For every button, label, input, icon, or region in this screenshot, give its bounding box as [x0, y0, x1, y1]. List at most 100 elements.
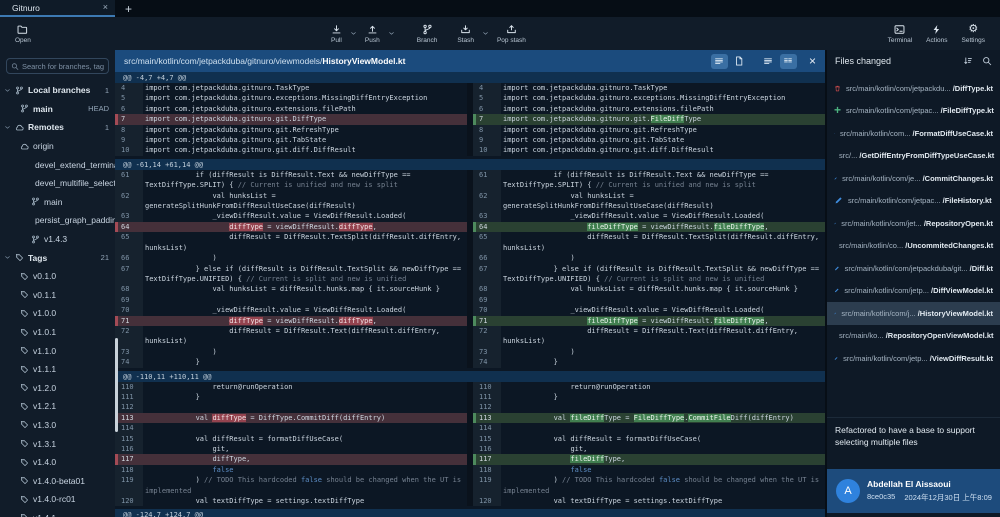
- stash-dropdown-chevron-icon[interactable]: [482, 30, 489, 37]
- diff-right-line: 6import com.jetpackduba.gitnuro.extensio…: [473, 104, 825, 114]
- diff-line-pair: 72 diffResult = DiffResult.Text(diffResu…: [115, 326, 825, 347]
- file-item-viewdiffresult.kt[interactable]: src/main/kotlin/com/jetp... /ViewDiffRes…: [827, 347, 1000, 370]
- file-item-diffviewmodel.kt[interactable]: src/main/kotlin/com/jetp... /DiffViewMod…: [827, 280, 1000, 303]
- hunks-view-icon[interactable]: [711, 54, 728, 69]
- diff-line-pair: 63 _viewDiffResult.value = ViewDiffResul…: [115, 211, 825, 221]
- sidebar-item-v1.4.1[interactable]: v1.4.1: [0, 509, 115, 517]
- gitnuro-window: Gitnuro × + Open Pull Push Branch: [0, 0, 1000, 517]
- sidebar-item-v1.3.0[interactable]: v1.3.0: [0, 416, 115, 435]
- file-item-repositoryopen.kt[interactable]: src/main/kotlin/com/jet... /RepositoryOp…: [827, 212, 1000, 235]
- settings-button[interactable]: ⚙ Settings: [957, 23, 991, 45]
- tab-close-icon[interactable]: ×: [103, 3, 108, 12]
- pull-dropdown-chevron-icon[interactable]: [350, 30, 357, 37]
- diff-left-line: 114: [115, 423, 467, 433]
- file-item-diff.kt[interactable]: src/main/kotlin/com/jetpackduba/git... /…: [827, 257, 1000, 280]
- search-files-icon[interactable]: [982, 56, 992, 66]
- file-item-formatdiffusecase.kt[interactable]: src/main/kotlin/com... /FormatDiffUseCas…: [827, 122, 1000, 145]
- sidebar-item-v1.4.0[interactable]: v1.4.0: [0, 453, 115, 472]
- push-dropdown-chevron-icon[interactable]: [388, 30, 395, 37]
- file-item-difftype.kt[interactable]: src/main/kotlin/com/jetpackdu... /DiffTy…: [827, 77, 1000, 100]
- sidebar-item-v1.1.1[interactable]: v1.1.1: [0, 360, 115, 379]
- tag-icon: [20, 290, 29, 299]
- sidebar-item-devel-multifile-select[interactable]: devel_multifile_select: [0, 174, 115, 193]
- open-button[interactable]: Open: [10, 23, 36, 45]
- sidebar-item-origin[interactable]: origin: [0, 137, 115, 156]
- sidebar-item-main[interactable]: main: [0, 193, 115, 212]
- sidebar-item-persist-graph-paddin[interactable]: persist_graph_paddin: [0, 211, 115, 230]
- sidebar-item-v1.4.3[interactable]: v1.4.3: [0, 230, 115, 249]
- push-button[interactable]: Push: [360, 23, 385, 45]
- pencil-icon: [834, 354, 838, 363]
- count-badge: 21: [101, 253, 109, 262]
- branch-button[interactable]: Branch: [412, 23, 443, 45]
- sort-files-icon[interactable]: [963, 56, 973, 66]
- line-number: 70: [473, 305, 501, 315]
- sidebar-item-v1.0.1[interactable]: v1.0.1: [0, 323, 115, 342]
- file-item-filehistory.kt[interactable]: src/main/kotlin/com/jetpac... /FileHisto…: [827, 190, 1000, 213]
- diff-scrollbar[interactable]: [115, 338, 118, 432]
- file-item-filedifftype.kt[interactable]: +src/main/kotlin/com/jetpac... /FileDiff…: [827, 100, 1000, 123]
- code-text: }: [501, 392, 825, 402]
- sidebar-section-remotes[interactable]: Remotes1: [0, 118, 115, 137]
- sidebar-item-v0.1.1[interactable]: v0.1.1: [0, 286, 115, 305]
- tab-gitnuro[interactable]: Gitnuro ×: [0, 0, 115, 17]
- file-item-repositoryopenviewmodel.kt[interactable]: src/main/ko... /RepositoryOpenViewModel.…: [827, 325, 1000, 348]
- file-path: src/main/kotlin/com/jet... /RepositoryOp…: [841, 219, 993, 228]
- terminal-button[interactable]: Terminal: [883, 23, 918, 45]
- split-view-icon[interactable]: [780, 54, 797, 69]
- sidebar-item-v1.0.0[interactable]: v1.0.0: [0, 304, 115, 323]
- line-number: 72: [115, 326, 143, 347]
- sidebar-item-v1.1.0[interactable]: v1.1.0: [0, 341, 115, 360]
- sidebar-item-v1.4.0-rc01[interactable]: v1.4.0-rc01: [0, 490, 115, 509]
- diff-right-line: 69: [473, 295, 825, 305]
- count-badge: 1: [105, 123, 109, 132]
- sidebar-section-local-branches[interactable]: Local branches1: [0, 81, 115, 100]
- tree-item-label: main: [44, 197, 62, 207]
- diff-left-line: 118 false: [115, 465, 467, 475]
- stash-button[interactable]: Stash: [452, 23, 479, 45]
- tag-icon: [20, 402, 29, 411]
- sidebar-section-tags[interactable]: Tags21: [0, 248, 115, 267]
- line-number: 118: [473, 465, 501, 475]
- sidebar-item-v0.1.0[interactable]: v0.1.0: [0, 267, 115, 286]
- diff-hunk: @@ -124,7 +124,7 @@124 } else124 } else1…: [115, 509, 825, 517]
- sidebar-item-main[interactable]: mainHEAD: [0, 100, 115, 119]
- line-number: 65: [115, 232, 143, 253]
- diff-right-line: 111 }: [473, 392, 825, 402]
- tag-icon: [20, 495, 29, 504]
- branch-search-input[interactable]: [22, 62, 104, 71]
- file-item-getdiffentryfromdifftypeusecase.kt[interactable]: src/... /GetDiffEntryFromDiffTypeUseCase…: [827, 145, 1000, 168]
- commit-author-card[interactable]: A Abdellah El Aissaoui 8ce0c35 2024年12月3…: [827, 469, 1000, 513]
- file-item-historyviewmodel.kt[interactable]: src/main/kotlin/com/j... /HistoryViewMod…: [827, 302, 1000, 325]
- code-text: import com.jetpackduba.gitnuro.exception…: [143, 93, 467, 103]
- diff-line-pair: 73 )73 ): [115, 347, 825, 357]
- close-diff-icon[interactable]: ×: [809, 55, 816, 67]
- unified-view-icon[interactable]: [760, 54, 777, 69]
- diff-line-pair: 67 } else if (diffResult is DiffResult.T…: [115, 264, 825, 285]
- line-number: 5: [115, 93, 143, 103]
- branches-tree: Local branches1mainHEADRemotes1origindev…: [0, 81, 115, 517]
- line-number: 120: [473, 496, 501, 506]
- pull-button[interactable]: Pull: [326, 23, 347, 45]
- new-tab-button[interactable]: +: [115, 0, 142, 17]
- code-text: }: [501, 357, 825, 367]
- actions-button[interactable]: Actions: [921, 23, 952, 45]
- branch-search-box[interactable]: [6, 58, 109, 74]
- file-item-uncommitedchanges.kt[interactable]: src/main/kotlin/co... /UncommitedChanges…: [827, 235, 1000, 258]
- pop-stash-button[interactable]: Pop stash: [492, 23, 531, 45]
- diff-right-line: 74 }: [473, 357, 825, 367]
- file-item-commitchanges.kt[interactable]: src/main/kotlin/com/je... /CommitChanges…: [827, 167, 1000, 190]
- sidebar-item-v1.2.1[interactable]: v1.2.1: [0, 397, 115, 416]
- sidebar-item-devel-extend-termina[interactable]: devel_extend_termina: [0, 155, 115, 174]
- line-number: 61: [473, 170, 501, 191]
- sidebar-item-v1.2.0[interactable]: v1.2.0: [0, 379, 115, 398]
- diff-right-line: 5import com.jetpackduba.gitnuro.exceptio…: [473, 93, 825, 103]
- diff-line-pair: 62 val hunksList = generateSplitHunkFrom…: [115, 191, 825, 212]
- code-text: val hunksList = diffResult.hunks.map { i…: [501, 284, 825, 294]
- diff-line-pair: 71 diffType = viewDiffResult.diffType,71…: [115, 316, 825, 326]
- full-file-icon[interactable]: [731, 54, 748, 69]
- files-changed-header: Files changed: [827, 50, 1000, 72]
- tree-item-label: v1.4.0-beta01: [33, 476, 85, 486]
- sidebar-item-v1.3.1[interactable]: v1.3.1: [0, 434, 115, 453]
- sidebar-item-v1.4.0-beta01[interactable]: v1.4.0-beta01: [0, 471, 115, 490]
